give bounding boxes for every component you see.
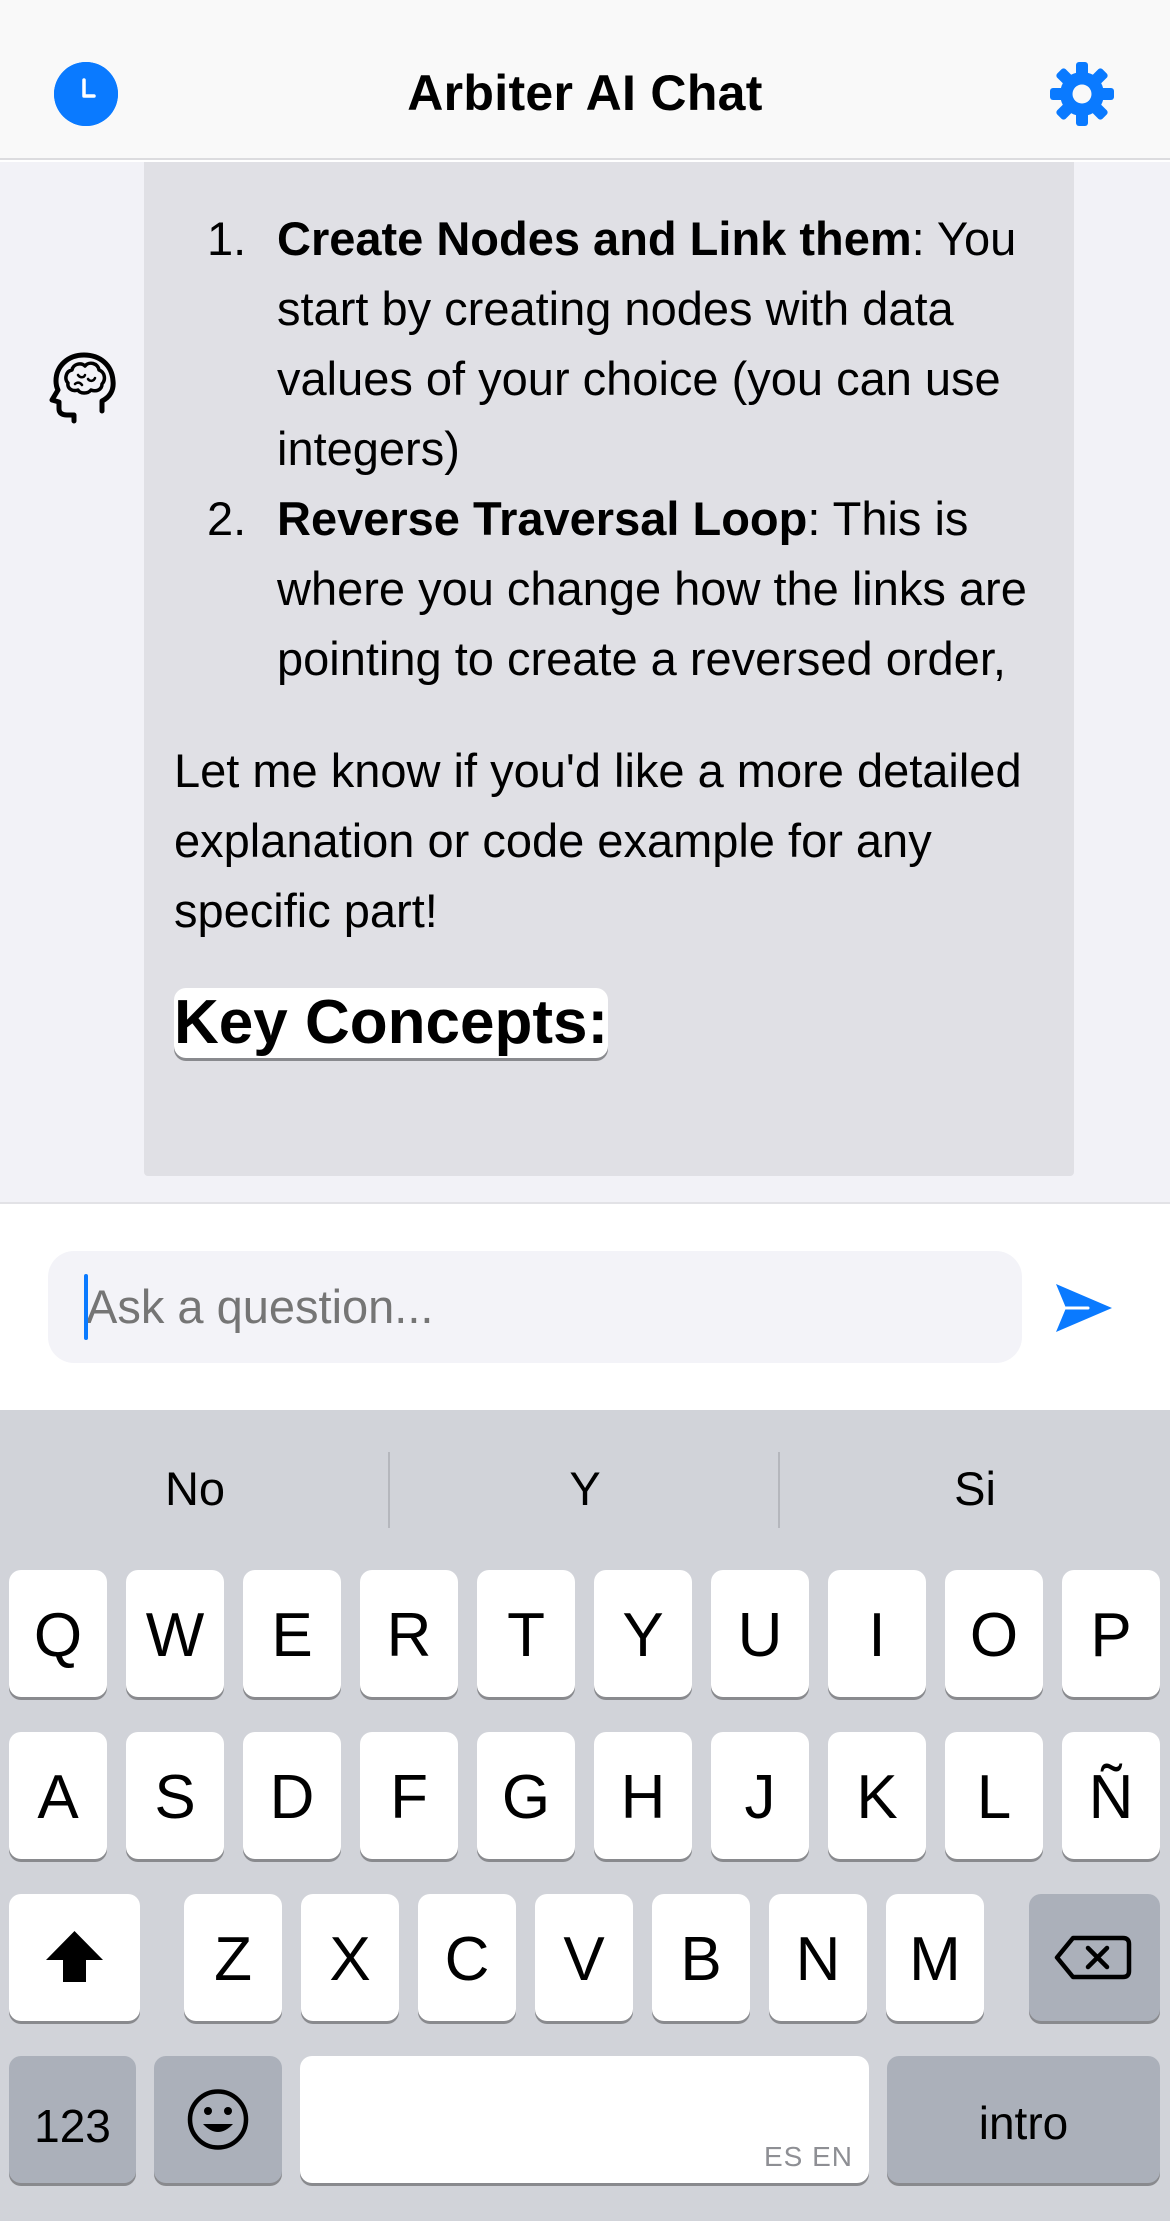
text-caret xyxy=(84,1274,88,1340)
question-input[interactable] xyxy=(48,1251,1022,1363)
list-item-title: Reverse Traversal Loop xyxy=(277,492,808,545)
key-z[interactable]: Z xyxy=(184,1894,282,2021)
shift-key[interactable] xyxy=(9,1894,140,2021)
key-t[interactable]: T xyxy=(477,1570,575,1697)
key-w[interactable]: W xyxy=(126,1570,224,1697)
key-v[interactable]: V xyxy=(535,1894,633,2021)
message-paragraph: Let me know if you'd like a more detaile… xyxy=(174,744,1022,937)
return-key-label: intro xyxy=(978,2097,1069,2149)
chat-scroll-area[interactable]: 1. Create Nodes and Link them: You start … xyxy=(0,162,1170,1202)
delete-backspace-icon xyxy=(1054,1935,1132,1980)
key-c[interactable]: C xyxy=(418,1894,516,2021)
space-key[interactable]: ES EN xyxy=(300,2056,869,2183)
numbers-key-label: 123 xyxy=(34,2100,111,2152)
emoji-key[interactable] xyxy=(154,2056,282,2183)
space-language-hint: ES EN xyxy=(763,2141,853,2172)
navigation-bar: Arbiter AI Chat xyxy=(0,0,1170,160)
key-a[interactable]: A xyxy=(9,1732,107,1859)
gear-icon[interactable] xyxy=(1046,58,1118,130)
suggestion-bar: No Y Si xyxy=(0,1410,1170,1560)
key-p[interactable]: P xyxy=(1062,1570,1160,1697)
key-n-tilde[interactable]: Ñ xyxy=(1062,1732,1160,1859)
key-b[interactable]: B xyxy=(652,1894,750,2021)
message-input-bar xyxy=(0,1202,1170,1410)
brain-head-icon xyxy=(44,345,124,425)
key-g[interactable]: G xyxy=(477,1732,575,1859)
list-item-title: Create Nodes and Link them xyxy=(277,212,912,265)
suggestion-2[interactable]: Y xyxy=(390,1410,780,1560)
key-f[interactable]: F xyxy=(360,1732,458,1859)
onscreen-keyboard: No Y Si Q W E R T Y U I O P A S D F G H … xyxy=(0,1410,1170,2221)
key-s[interactable]: S xyxy=(126,1732,224,1859)
key-l[interactable]: L xyxy=(945,1732,1043,1859)
key-q[interactable]: Q xyxy=(9,1570,107,1697)
suggestion-3[interactable]: Si xyxy=(780,1410,1170,1560)
return-key[interactable]: intro xyxy=(887,2056,1160,2183)
key-d[interactable]: D xyxy=(243,1732,341,1859)
key-j[interactable]: J xyxy=(711,1732,809,1859)
suggestion-1[interactable]: No xyxy=(0,1410,390,1560)
key-r[interactable]: R xyxy=(360,1570,458,1697)
key-k[interactable]: K xyxy=(828,1732,926,1859)
key-i[interactable]: I xyxy=(828,1570,926,1697)
shift-arrow-icon xyxy=(46,1931,103,1982)
message-heading: Key Concepts: xyxy=(174,988,609,1058)
key-u[interactable]: U xyxy=(711,1570,809,1697)
list-item: 2. Reverse Traversal Loop: This is where … xyxy=(174,484,1044,694)
key-m[interactable]: M xyxy=(886,1894,984,2021)
assistant-message-bubble: 1. Create Nodes and Link them: You start … xyxy=(144,162,1074,1176)
list-item-number: 2. xyxy=(207,492,247,545)
key-y[interactable]: Y xyxy=(594,1570,692,1697)
key-x[interactable]: X xyxy=(301,1894,399,2021)
list-item-number: 1. xyxy=(207,212,247,265)
key-h[interactable]: H xyxy=(594,1732,692,1859)
numbers-key[interactable]: 123 xyxy=(9,2056,136,2183)
key-n[interactable]: N xyxy=(769,1894,867,2021)
list-item: 1. Create Nodes and Link them: You start … xyxy=(174,204,1044,484)
paper-plane-icon[interactable] xyxy=(1052,1276,1116,1340)
key-e[interactable]: E xyxy=(243,1570,341,1697)
key-o[interactable]: O xyxy=(945,1570,1043,1697)
page-title: Arbiter AI Chat xyxy=(407,65,763,121)
message-ordered-list: 1. Create Nodes and Link them: You start … xyxy=(174,204,1044,694)
delete-key[interactable] xyxy=(1029,1894,1160,2021)
emoji-smile-icon xyxy=(187,2089,249,2150)
